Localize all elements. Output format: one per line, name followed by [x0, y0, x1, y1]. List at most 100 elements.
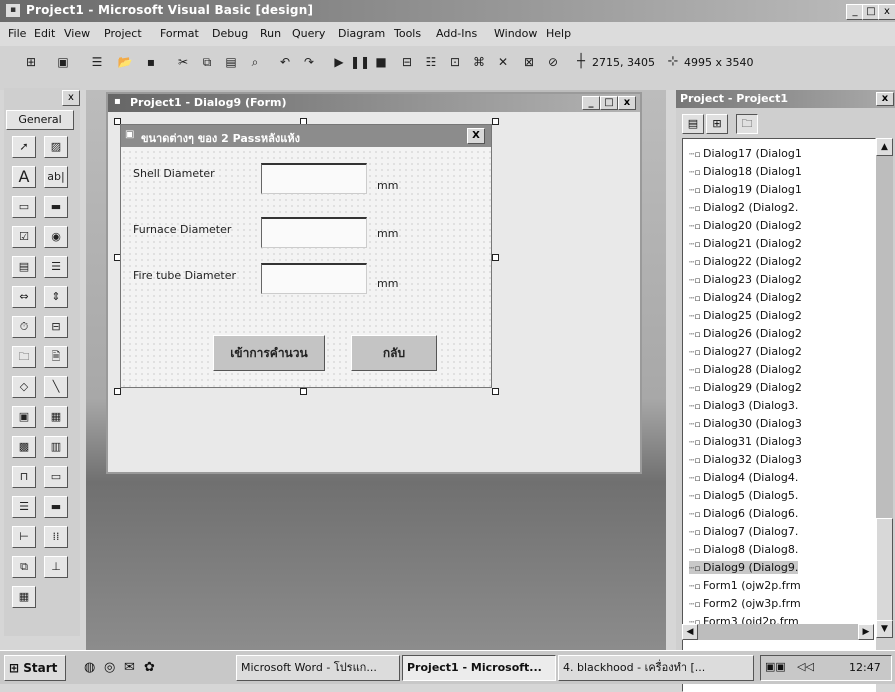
menu-file[interactable]: File — [8, 27, 26, 40]
tree-item[interactable]: ┄▫ Dialog25 (Dialog2 — [689, 309, 802, 322]
open-icon[interactable]: 📂 — [116, 54, 134, 70]
quicklaunch-desktop-icon[interactable]: ◍ — [84, 660, 95, 675]
tree-item[interactable]: ┄▫ Dialog28 (Dialog2 — [689, 363, 802, 376]
tree-item[interactable]: ┄▫ Dialog20 (Dialog2 — [689, 219, 802, 232]
optionbutton-tool-icon[interactable]: ◉ — [44, 226, 68, 248]
redo-icon[interactable]: ↷ — [300, 54, 318, 70]
toolbar-tool-icon[interactable]: ▭ — [44, 466, 68, 488]
scroll-thumb[interactable] — [876, 518, 893, 624]
ole-tool-icon[interactable]: ▩ — [12, 436, 36, 458]
copy-icon[interactable]: ⧉ — [198, 54, 216, 70]
tree-item[interactable]: ┄▫ Dialog22 (Dialog2 — [689, 255, 802, 268]
progressbar-tool-icon[interactable]: ▬ — [44, 496, 68, 518]
slider-tool-icon[interactable]: ⊥ — [44, 556, 68, 578]
menu-run[interactable]: Run — [260, 27, 281, 40]
menu-edit[interactable]: Edit — [34, 27, 55, 40]
add-form-icon[interactable]: ▣ — [54, 54, 72, 70]
taskbar-blackhood-button[interactable]: 4. blackhood - เครื่องทำ [... — [558, 655, 754, 681]
tree-item[interactable]: ┄▫ Dialog26 (Dialog2 — [689, 327, 802, 340]
checkbox-tool-icon[interactable]: ☑ — [12, 226, 36, 248]
quicklaunch-channels-icon[interactable]: ✿ — [144, 660, 155, 675]
properties-icon[interactable]: ☷ — [422, 54, 440, 70]
resize-handle[interactable] — [492, 254, 499, 261]
tree-item[interactable]: ┄▫ Dialog2 (Dialog2. — [689, 201, 798, 214]
language-indicator-icon[interactable]: ▣▣ — [765, 660, 786, 673]
menu-view[interactable]: View — [64, 27, 90, 40]
tree-item[interactable]: ┄▫ Dialog24 (Dialog2 — [689, 291, 802, 304]
tree-item[interactable]: ┄▫ Dialog7 (Dialog7. — [689, 525, 798, 538]
project-explorer-icon[interactable]: ⊟ — [398, 54, 416, 70]
menu-tools[interactable]: Tools — [394, 27, 421, 40]
undo-icon[interactable]: ↶ — [276, 54, 294, 70]
tree-horizontal-scrollbar[interactable]: ◀ ▶ — [682, 624, 874, 640]
tree-item[interactable]: ┄▫ Form1 (ojw2p.frm — [689, 579, 801, 592]
start-button[interactable]: ⊞ Start — [4, 655, 66, 681]
resize-handle[interactable] — [114, 388, 121, 395]
volume-icon[interactable]: ◁◁ — [797, 660, 814, 673]
tree-item[interactable]: ┄▫ Dialog18 (Dialog1 — [689, 165, 802, 178]
pointer-tool-icon[interactable]: ➚ — [12, 136, 36, 158]
view-object-icon[interactable]: ⊞ — [706, 114, 728, 134]
tree-item[interactable]: ┄▫ Dialog17 (Dialog1 — [689, 147, 802, 160]
resize-handle[interactable] — [492, 118, 499, 125]
toolbox-icon[interactable]: ✕ — [494, 54, 512, 70]
image-tool-icon[interactable]: ▣ — [12, 406, 36, 428]
object-browser-icon[interactable]: ⌘ — [470, 54, 488, 70]
menu-window[interactable]: Window — [494, 27, 537, 40]
toolbox-general-tab[interactable]: General — [6, 110, 74, 130]
dirlistbox-tool-icon[interactable]: 🗀 — [12, 346, 36, 368]
data-tool-icon[interactable]: ▦ — [44, 406, 68, 428]
dialog-close-button[interactable]: X — [467, 128, 485, 144]
menu-debug[interactable]: Debug — [212, 27, 248, 40]
toolbox-close-button[interactable]: x — [62, 90, 80, 106]
textbox-tool-icon[interactable]: ab| — [44, 166, 68, 188]
statusbar-tool-icon[interactable]: ☰ — [12, 496, 36, 518]
imagelist-tool-icon[interactable]: ⧉ — [12, 556, 36, 578]
menu-add-ins[interactable]: Add-Ins — [436, 27, 477, 40]
tree-item[interactable]: ┄▫ Dialog6 (Dialog6. — [689, 507, 798, 520]
cut-icon[interactable]: ✂ — [174, 54, 192, 70]
commandbutton-tool-icon[interactable]: ▬ — [44, 196, 68, 218]
quicklaunch-browser-icon[interactable]: ◎ — [104, 660, 115, 675]
data-view-icon[interactable]: ⊠ — [520, 54, 538, 70]
tree-item[interactable]: ┄▫ Dialog3 (Dialog3. — [689, 399, 798, 412]
furnace-diameter-input[interactable] — [261, 217, 367, 248]
timer-tool-icon[interactable]: ⏱ — [12, 316, 36, 338]
designer-maximize-button[interactable]: □ — [600, 96, 618, 110]
menu-query[interactable]: Query — [292, 27, 325, 40]
form-layout-icon[interactable]: ⊡ — [446, 54, 464, 70]
pause-icon[interactable]: ❚❚ — [350, 54, 370, 70]
treeview-tool-icon[interactable]: ⊢ — [12, 526, 36, 548]
menu-diagram[interactable]: Diagram — [338, 27, 385, 40]
paste-icon[interactable]: ▤ — [222, 54, 240, 70]
listview-tool-icon[interactable]: ⁞⁞ — [44, 526, 68, 548]
run-icon[interactable]: ▶ — [330, 54, 348, 70]
tree-vertical-scrollbar[interactable]: ▲ ▼ — [876, 138, 893, 638]
save-icon[interactable]: ▪ — [142, 54, 160, 70]
tree-item[interactable]: ┄▫ Dialog31 (Dialog3 — [689, 435, 802, 448]
frame-tool-icon[interactable]: ▭ — [12, 196, 36, 218]
tree-item-selected[interactable]: ┄▫ Dialog9 (Dialog9. — [689, 561, 799, 574]
resize-handle[interactable] — [300, 388, 307, 395]
picturebox-tool-icon[interactable]: ▨ — [44, 136, 68, 158]
designer-close-button[interactable]: x — [618, 96, 636, 110]
combobox-tool-icon[interactable]: ▤ — [12, 256, 36, 278]
taskbar-word-button[interactable]: Microsoft Word - โปรแก... — [236, 655, 400, 681]
tabstrip-tool-icon[interactable]: ⊓ — [12, 466, 36, 488]
grid-tool-icon[interactable]: ▥ — [44, 436, 68, 458]
designer-minimize-button[interactable]: _ — [582, 96, 600, 110]
scroll-down-arrow-icon[interactable]: ▼ — [876, 620, 893, 638]
tree-item[interactable]: ┄▫ Dialog27 (Dialog2 — [689, 345, 802, 358]
menu-format[interactable]: Format — [160, 27, 199, 40]
component-manager-icon[interactable]: ⊘ — [544, 54, 562, 70]
menu-editor-icon[interactable]: ☰ — [88, 54, 106, 70]
toggle-folders-icon[interactable]: 🗀 — [736, 114, 758, 134]
stop-icon[interactable]: ■ — [372, 54, 390, 70]
tree-item[interactable]: ┄▫ Form2 (ojw3p.frm — [689, 597, 801, 610]
scroll-right-arrow-icon[interactable]: ▶ — [858, 624, 874, 640]
hscrollbar-tool-icon[interactable]: ⇔ — [12, 286, 36, 308]
project-close-button[interactable]: x — [876, 92, 894, 106]
dialog-form[interactable]: ▣ ขนาดต่างๆ ของ 2 Passหลังแห้ง X Shell D… — [120, 124, 492, 388]
tree-item[interactable]: ┄▫ Dialog19 (Dialog1 — [689, 183, 802, 196]
back-button[interactable]: กลับ — [351, 335, 437, 371]
